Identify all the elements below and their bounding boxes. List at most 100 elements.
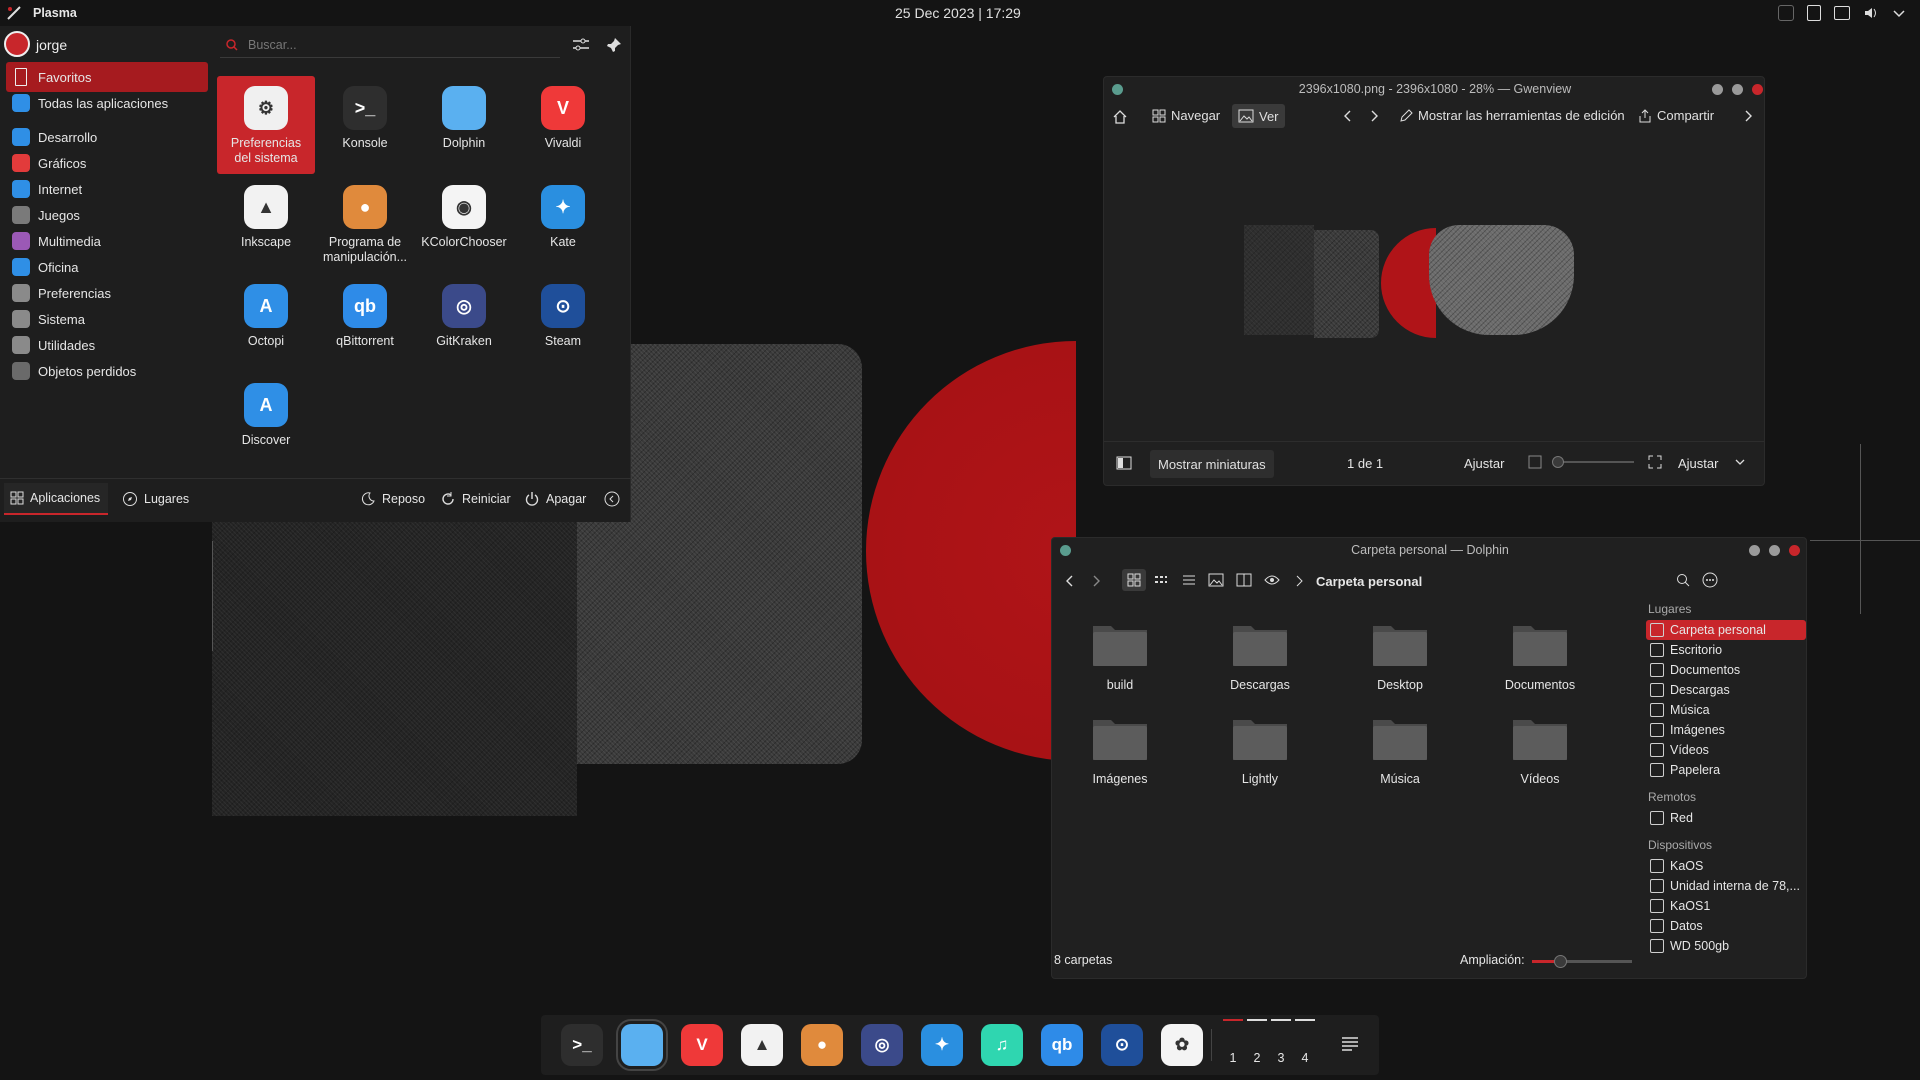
app-tile[interactable]: ◉ KColorChooser [415,175,513,273]
place-item[interactable]: Papelera [1650,760,1810,780]
place-item[interactable]: Música [1650,700,1810,720]
eye-icon[interactable] [1264,573,1280,587]
place-item[interactable]: Documentos [1650,660,1810,680]
category-item[interactable]: Objetos perdidos [6,356,208,386]
folder-item[interactable]: Música [1340,714,1460,786]
vivaldi-icon[interactable]: V [681,1024,723,1066]
thumbnails-button[interactable]: Mostrar miniaturas [1150,450,1274,478]
tab-lugares[interactable]: Lugares [122,483,189,515]
app-tile[interactable]: A Discover [217,373,315,471]
chevron-left-icon[interactable] [604,491,620,507]
zoom-slider[interactable] [1532,955,1632,968]
preview-icon[interactable] [1208,573,1224,587]
tab-aplicaciones[interactable]: Aplicaciones [4,483,108,515]
zoom-out-icon[interactable] [1528,455,1542,469]
place-item[interactable]: Descargas [1650,680,1810,700]
folder-item[interactable]: Imágenes [1060,714,1180,786]
place-item[interactable]: Datos [1650,916,1810,936]
search-icon[interactable] [1676,573,1690,587]
sidebar-toggle-icon[interactable] [1116,455,1132,471]
avatar[interactable] [4,31,30,57]
search-input[interactable]: Buscar... [220,34,560,58]
icons-view-icon[interactable] [1122,569,1146,591]
app-tile[interactable]: qb qBittorrent [316,274,414,372]
app-tile[interactable]: A Octopi [217,274,315,372]
previous-icon[interactable] [1342,109,1354,123]
place-item[interactable]: Escritorio [1650,640,1810,660]
folder-icon[interactable] [616,1019,668,1071]
app-tile[interactable]: ⊙ Steam [514,274,612,372]
menu-icon[interactable] [1702,572,1718,588]
place-item[interactable]: Imágenes [1650,720,1810,740]
folder-item[interactable]: Lightly [1200,714,1320,786]
chevron-down-icon[interactable] [1734,456,1746,468]
zoom-slider[interactable] [1552,456,1634,468]
fit-button[interactable]: Ajustar [1464,456,1504,471]
gitkraken-icon[interactable]: ◎ [861,1024,903,1066]
place-item[interactable]: Vídeos [1650,740,1810,760]
filter-icon[interactable] [572,37,590,53]
place-item[interactable]: KaOS [1650,856,1810,876]
restart-button[interactable]: Reiniciar [440,483,511,515]
chevron-down-icon[interactable] [1892,5,1906,21]
close-button[interactable] [1789,545,1800,556]
app-tile[interactable]: ◎ GitKraken [415,274,513,372]
desktop-item[interactable]: 4 [1295,1019,1315,1065]
app-tile[interactable]: ● Programa de manipulación... [316,175,414,273]
menu-lines-icon[interactable] [1341,1035,1359,1053]
edit-tools-button[interactable]: Mostrar las herramientas de edición [1399,108,1625,123]
chevron-right-icon[interactable] [1742,109,1754,123]
plasma-label[interactable]: Plasma [33,6,77,20]
terminal-icon[interactable]: >_ [561,1024,603,1066]
desktop-item[interactable]: 1 [1223,1019,1243,1065]
volume-icon[interactable] [1863,5,1879,21]
qbittorrent-icon[interactable]: qb [1041,1024,1083,1066]
folder-item[interactable]: Documentos [1480,620,1600,692]
breadcrumb[interactable]: Carpeta personal [1316,574,1422,589]
shutdown-button[interactable]: Apagar [524,483,586,515]
display-icon[interactable] [1834,6,1850,20]
plasma-icon[interactable] [6,5,22,21]
folder-item[interactable]: Vídeos [1480,714,1600,786]
details-view-icon[interactable] [1182,574,1196,588]
place-item[interactable]: KaOS1 [1650,896,1810,916]
back-icon[interactable] [1064,574,1076,588]
music-icon[interactable]: ♫ [981,1024,1023,1066]
place-item[interactable]: WD 500gb [1650,936,1810,956]
kate-icon[interactable]: ✦ [921,1024,963,1066]
app-tile[interactable]: ⚙ Preferencias del sistema [217,76,315,174]
photos-icon[interactable]: ✿ [1161,1024,1203,1066]
place-item[interactable]: Carpeta personal [1646,620,1806,640]
place-item[interactable]: Unidad interna de 78,... [1650,876,1810,896]
app-tile[interactable]: ✦ Kate [514,175,612,273]
view-button[interactable]: Ver [1232,104,1285,128]
desktop-item[interactable]: 3 [1271,1019,1291,1065]
home-icon[interactable] [1112,109,1128,125]
clock[interactable]: 25 Dec 2023 | 17:29 [895,5,1021,21]
category-item[interactable]: Todas las aplicaciones [6,88,208,118]
split-view-icon[interactable] [1236,573,1252,587]
image-preview[interactable] [1239,225,1639,340]
folder-item[interactable]: build [1060,620,1180,692]
pin-icon[interactable] [606,37,622,53]
network-icon[interactable] [1778,5,1794,21]
place-item[interactable]: Red [1650,808,1810,828]
app-tile[interactable]: V Vivaldi [514,76,612,174]
close-button[interactable] [1752,84,1763,95]
fit-dropdown[interactable]: Ajustar [1678,456,1718,471]
app-tile[interactable]: ▲ Inkscape [217,175,315,273]
maximize-button[interactable] [1769,545,1780,556]
maximize-button[interactable] [1732,84,1743,95]
folder-item[interactable]: Desktop [1340,620,1460,692]
forward-icon[interactable] [1090,574,1102,588]
minimize-button[interactable] [1712,84,1723,95]
app-tile[interactable]: >_ Konsole [316,76,414,174]
app-tile[interactable]: Dolphin [415,76,513,174]
zoom-slider-handle[interactable] [1554,955,1567,968]
compact-view-icon[interactable] [1154,574,1168,588]
share-button[interactable]: Compartir [1638,108,1714,123]
desktop-item[interactable]: 2 [1247,1019,1267,1065]
next-icon[interactable] [1368,109,1380,123]
minimize-button[interactable] [1749,545,1760,556]
inkscape-icon[interactable]: ▲ [741,1024,783,1066]
